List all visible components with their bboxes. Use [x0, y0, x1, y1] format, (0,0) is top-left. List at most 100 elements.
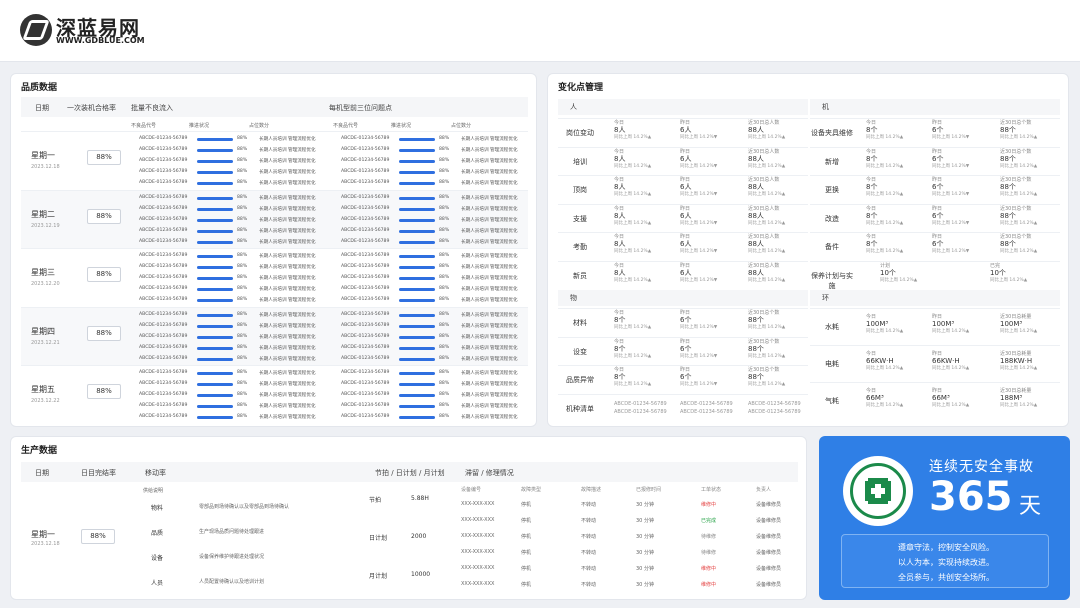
stat-compare: 同比上周 14.2%▲: [614, 163, 652, 169]
issue-text: 长期人员培训 管理流程优化: [259, 323, 316, 329]
stat-cell: 近30日总个数 88个 同比上周 14.2%▲: [1000, 148, 1037, 169]
maint-desc: 不转动: [581, 566, 597, 572]
part-code: ABCDE-01234-56789: [341, 286, 390, 292]
row-label: 品质异常: [566, 376, 594, 384]
issue-text: 长期人员培训 管理流程优化: [259, 159, 316, 164]
detail-line: ABCDE-01234-56789 88% 长期人员培训 管理流程优化 ABCDE-0…: [139, 193, 539, 204]
prod-sub-label: 供给说明: [143, 488, 164, 494]
plan-value: 5.88H: [411, 495, 429, 502]
row-date: 2023.12.19: [31, 222, 60, 229]
quality-panel: 品质数据 日期 一次装机合格率 批量不良流入 每机型前三位问题点 不良品代号 推…: [10, 73, 537, 427]
stat-cell: 已完 10个 同比上周 14.2%▲: [990, 262, 1027, 283]
slogan: 以人为本，实现持续改进。: [898, 558, 994, 567]
stat-value: 6人: [680, 268, 692, 277]
stat-label: 今日: [614, 120, 625, 126]
stat-label: 近30日总耗量: [1000, 388, 1032, 394]
col-top: 每机型前三位问题点: [329, 104, 392, 112]
stat-label: 今日: [866, 234, 877, 240]
progress-bar: [399, 182, 435, 185]
row-label: 设变: [573, 347, 587, 356]
progress-bar: [197, 149, 233, 152]
col-batch: 批量不良流入: [131, 104, 173, 112]
stat-cell: 近30日总耗量 188M³ 同比上周 14.2%▲: [1000, 387, 1037, 408]
maint-id: XXX-XXX-XXX: [461, 565, 495, 571]
stat-label: 昨日: [932, 388, 943, 394]
stat-compare: 同比上周 14.2%▲: [748, 135, 786, 140]
stat-value: 8人: [614, 154, 626, 163]
detail-line: ABCDE-01234-56789 88% 长期人员培训 管理流程优化 ABCDE-0…: [139, 368, 539, 379]
stat-cell: 近30日总人数 88人 同比上周 14.2%▲: [748, 176, 785, 197]
progress-bar: [399, 405, 435, 409]
progress-bar: [399, 324, 435, 328]
maint-owner: 设备维修员: [756, 534, 782, 540]
stat-label: 今日: [614, 148, 625, 155]
plan-label: 节拍: [369, 497, 382, 504]
stat-compare: 同比上周 14.2%▲: [932, 329, 970, 334]
stat-label: 近30日总人数: [748, 205, 780, 212]
stat-label: 近30日总人数: [748, 262, 780, 269]
progress-pct: 88%: [237, 136, 248, 141]
progress-bar: [197, 405, 233, 409]
part-code: ABCDE-01234-56789: [341, 147, 390, 152]
stat-value: 88人: [748, 268, 764, 277]
stat-cell: 昨日 6个 同比上周 14.2%▼: [680, 338, 717, 359]
stat-value: 6人: [680, 211, 692, 220]
detail-line: ABCDE-01234-56789 88% 长期人员培训 管理流程优化 ABCDE-0…: [139, 237, 539, 248]
stat-cell: 近30日总人数 88人 同比上周 14.2%▲: [748, 119, 785, 140]
progress-bar: [197, 255, 233, 259]
progress-pct: 88%: [237, 286, 248, 292]
stat-label: 近30日总人数: [748, 148, 780, 155]
progress-bar: [399, 138, 435, 141]
part-code: ABCDE-01234-56789: [139, 253, 188, 259]
progress-bar: [197, 335, 233, 339]
progress-pct: 88%: [439, 370, 450, 376]
progress-pct: 88%: [237, 414, 248, 420]
issue-text: 长期人员培训 管理流程优化: [461, 298, 518, 304]
stat-compare: 同比上周 14.2%▲: [748, 277, 786, 283]
stat-value: 88个: [748, 316, 764, 324]
slogan: 全员参与，共创安全场所。: [898, 573, 994, 582]
stat-label: 今日: [866, 205, 877, 212]
detail-line: ABCDE-01234-56789 88% 长期人员培训 管理流程优化 ABCDE-0…: [139, 379, 539, 390]
detail-line: ABCDE-01234-56789 88% 长期人员培训 管理流程优化 ABCDE-0…: [139, 354, 539, 365]
stat-value: 66KW·H: [866, 357, 894, 365]
stat-value: 100M³: [932, 320, 955, 328]
progress-bar: [399, 255, 435, 259]
progress-bar: [399, 335, 435, 339]
maint-owner: 设备维修员: [756, 518, 782, 524]
progress-bar: [399, 357, 435, 361]
stat-cell: 今日 66M³ 同比上周 14.2%▲: [866, 387, 903, 408]
part-code: ABCDE-01234-56789: [341, 414, 390, 420]
quality-table-header: 日期 一次装机合格率 批量不良流入 每机型前三位问题点: [21, 97, 528, 117]
stat-value: 66M³: [932, 394, 950, 402]
stat-value: 8个: [866, 126, 878, 134]
stat-value: 8个: [866, 154, 878, 163]
change-row: 机种清单 ABCDE-01234-56789 ABCDE-01234-56789 AB…: [558, 393, 808, 422]
stat-value: 88人: [748, 240, 764, 248]
change-point-panel: 变化点管理 人 机 物 环 岗位变动 今日 8人 同比上周 14.2%▲ 昨日 6人 同比上…: [547, 73, 1069, 427]
stat-compare: 同比上周 14.2%▲: [990, 277, 1028, 283]
quality-row: 星期一 2023.12.18 88% ABCDE-01234-56789 88% 长期人员…: [21, 131, 528, 189]
stat-label: 今日: [866, 388, 877, 394]
prod-rate: 88%: [81, 529, 115, 544]
issue-text: 长期人员培训 管理流程优化: [461, 415, 518, 421]
part-code: ABCDE-01234-56789: [139, 227, 188, 233]
plan-value: 10000: [411, 571, 431, 578]
stat-cell: 昨日 100M³ 同比上周 14.2%▲: [932, 313, 969, 334]
maint-header: 故障描述: [581, 487, 602, 493]
stat-compare: 同比上周 14.2%▲: [748, 192, 786, 197]
stat-label: 今日: [614, 367, 625, 373]
stat-compare: 同比上周 14.2%▲: [866, 249, 904, 254]
stat-label: 昨日: [932, 148, 943, 155]
part-code: ABCDE-01234-56789: [139, 147, 188, 152]
stat-value: 6个: [680, 316, 692, 324]
detail-line: ABCDE-01234-56789 88% 长期人员培训 管理流程优化 ABCDE-0…: [139, 145, 539, 156]
issue-text: 长期人员培训 管理流程优化: [259, 217, 316, 223]
stat-label: 今日: [866, 351, 877, 357]
detail-line: ABCDE-01234-56789 88% 长期人员培训 管理流程优化 ABCDE-0…: [139, 295, 539, 306]
maint-status: 待维修: [701, 550, 717, 556]
progress-bar: [197, 346, 233, 350]
progress-pct: 88%: [439, 227, 450, 233]
issue-text: 长期人员培训 管理流程优化: [259, 404, 316, 410]
stat-value: 66M³: [866, 394, 884, 402]
